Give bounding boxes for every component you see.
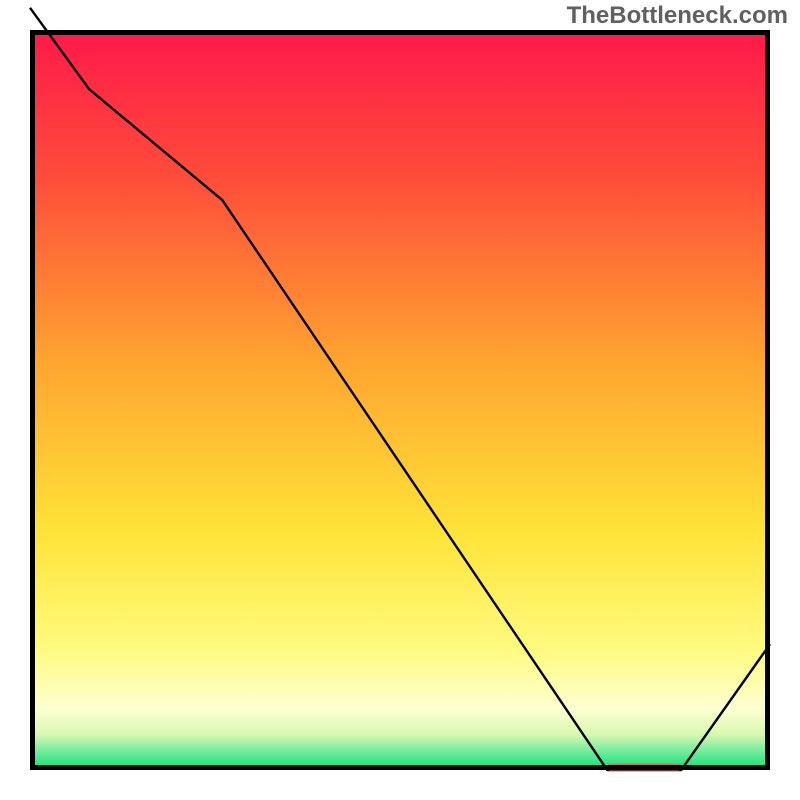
plot-background — [33, 33, 768, 768]
bottleneck-curve-chart — [0, 0, 800, 800]
chart-container: TheBottleneck.com — [0, 0, 800, 800]
